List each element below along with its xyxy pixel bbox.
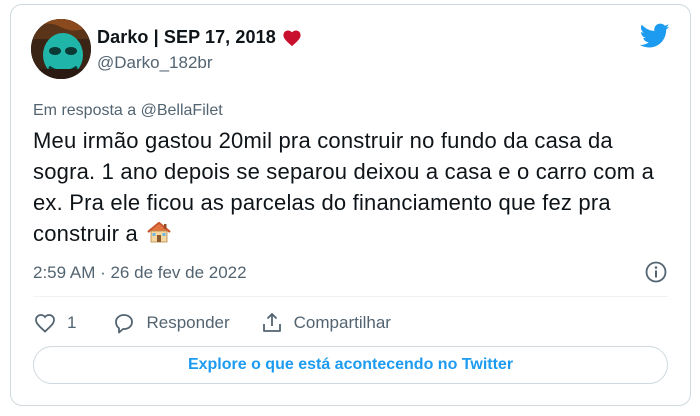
twitter-bird-icon[interactable]	[640, 23, 670, 49]
info-icon[interactable]	[644, 260, 668, 284]
reply-context: Em resposta a @BellaFilet	[33, 102, 223, 120]
explore-button[interactable]: Explore o que está acontecendo no Twitte…	[33, 346, 668, 384]
like-icon	[35, 314, 55, 333]
reply-prefix: Em resposta a	[33, 102, 141, 119]
heart-icon	[283, 29, 301, 46]
share-button[interactable]: Compartilhar	[260, 311, 391, 335]
reply-mention[interactable]: @BellaFilet	[141, 102, 223, 119]
reply-label: Responder	[146, 313, 230, 332]
author-name-row[interactable]: Darko | SEP 17, 2018	[97, 27, 302, 48]
tweet-text-container: Meu irmão gastou 20mil pra construir no …	[33, 125, 673, 249]
avatar[interactable]	[31, 19, 91, 79]
action-bar: 1 Responder Compartilhar	[33, 311, 421, 335]
tweet-text: Meu irmão gastou 20mil pra construir no …	[33, 128, 655, 246]
author-handle[interactable]: @Darko_182br	[97, 53, 213, 73]
like-count: 1	[67, 313, 77, 332]
share-label: Compartilhar	[293, 313, 391, 332]
reply-icon	[115, 314, 134, 334]
tweet-card: Darko | SEP 17, 2018 @Darko_182br Em res…	[10, 4, 691, 406]
divider	[33, 296, 668, 297]
share-icon	[262, 313, 281, 332]
author-name[interactable]: Darko | SEP 17, 2018	[97, 27, 276, 48]
tweet-timestamp[interactable]: 2:59 AM · 26 de fev de 2022	[33, 263, 247, 283]
reply-button[interactable]: Responder	[112, 311, 230, 335]
like-button[interactable]: 1	[33, 311, 76, 335]
house-icon	[147, 221, 171, 243]
